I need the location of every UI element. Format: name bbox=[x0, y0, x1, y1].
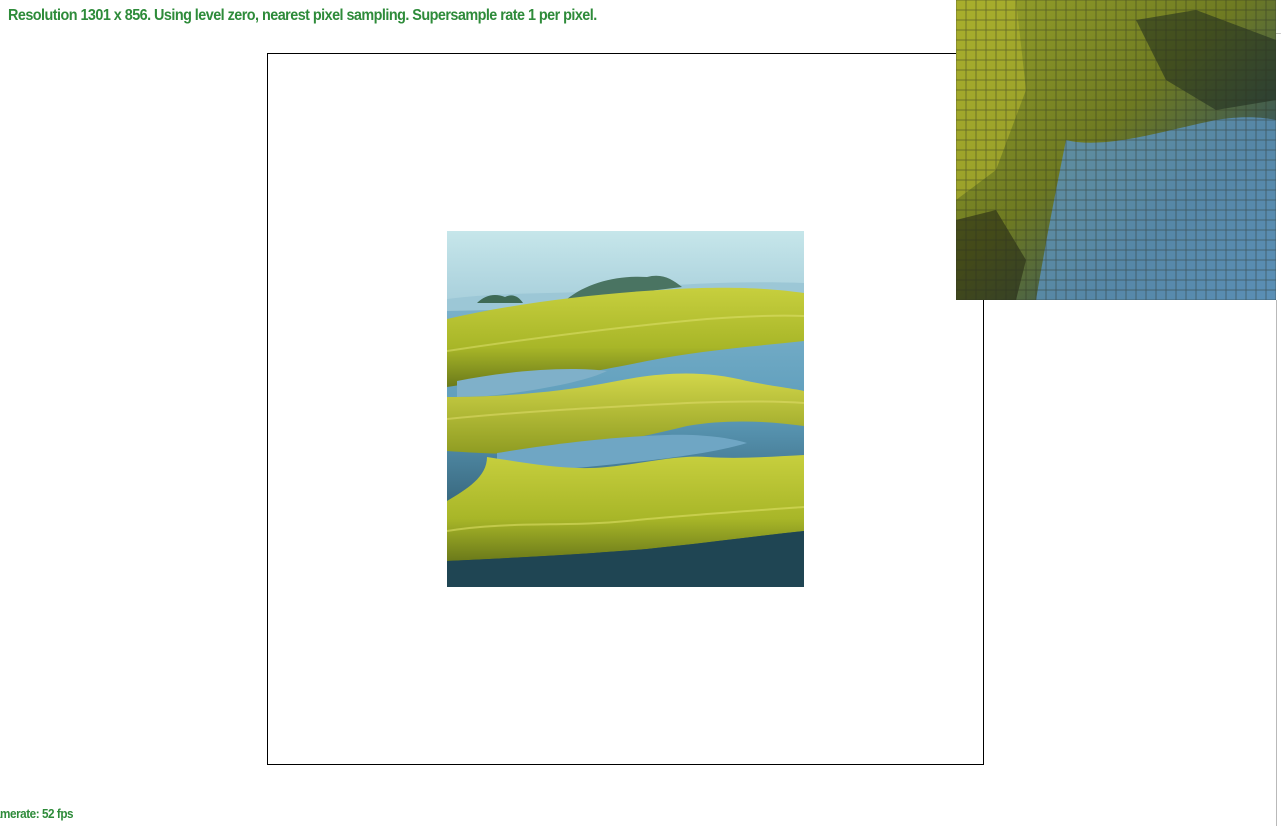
framerate-text: amerate: 52 fps bbox=[0, 806, 74, 821]
window-edge-line-top bbox=[1276, 33, 1281, 34]
texture-quad-image bbox=[447, 231, 804, 587]
magnifier-inset bbox=[956, 0, 1276, 300]
window-edge-line-right bbox=[1276, 300, 1277, 826]
status-text: Resolution 1301 x 856. Using level zero,… bbox=[8, 7, 597, 24]
